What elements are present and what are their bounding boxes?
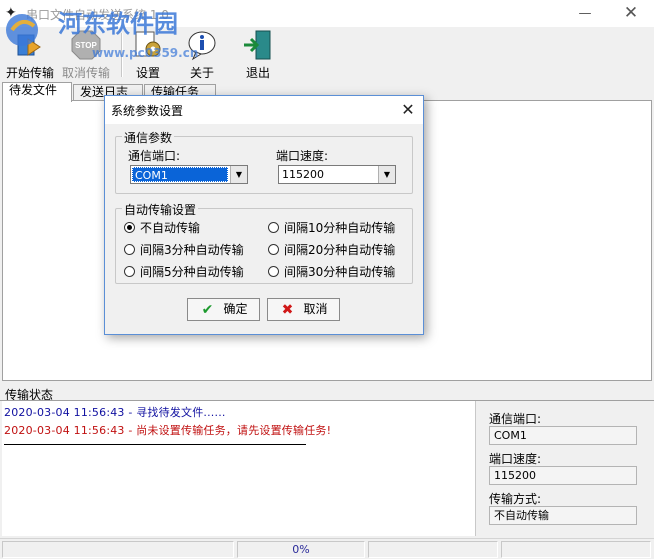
speed-select[interactable]: 115200 ▼ (278, 165, 396, 184)
port-status-value: COM1 (489, 426, 637, 445)
radio-unchecked-icon (268, 266, 279, 277)
comm-params-title: 通信参数 (122, 129, 175, 146)
radio-label: 间隔30分种自动传输 (284, 265, 396, 279)
log-message: 寻找待发文件...... (136, 406, 226, 419)
port-select-value: COM1 (132, 167, 228, 182)
radio-30min[interactable]: 间隔30分种自动传输 (268, 263, 395, 280)
radio-label: 间隔10分种自动传输 (284, 221, 396, 235)
statusbar-cell (501, 541, 651, 558)
radio-unchecked-icon (268, 222, 279, 233)
radio-5min[interactable]: 间隔5分种自动传输 (124, 263, 244, 280)
status-bar: 0% (0, 538, 654, 559)
radio-unchecked-icon (124, 266, 135, 277)
log-time: 2020-03-04 11:56:43 (4, 424, 125, 437)
port-select[interactable]: COM1 ▼ (130, 165, 248, 184)
comm-params-group: 通信参数 通信端口: COM1 ▼ 端口速度: 115200 ▼ (115, 129, 413, 194)
settings-dialog: 系统参数设置 ✕ 通信参数 通信端口: COM1 ▼ 端口速度: 115200 … (104, 95, 424, 335)
port-status-label: 通信端口: (489, 412, 542, 426)
radio-3min[interactable]: 间隔3分种自动传输 (124, 241, 244, 258)
radio-unchecked-icon (268, 244, 279, 255)
radio-label: 不自动传输 (140, 221, 201, 235)
progress-text: 0% (237, 541, 365, 558)
radio-checked-icon (124, 222, 135, 233)
status-log: 2020-03-04 11:56:43 - 寻找待发文件...... 2020-… (2, 401, 476, 536)
radio-10min[interactable]: 间隔10分种自动传输 (268, 219, 395, 236)
radio-no-auto[interactable]: 不自动传输 (124, 219, 200, 236)
dialog-title: 系统参数设置 (111, 104, 184, 118)
radio-label: 间隔20分种自动传输 (284, 243, 396, 257)
radio-label: 间隔3分种自动传输 (140, 243, 244, 257)
watermark-url: www.pc0359.cn (92, 46, 198, 60)
watermark-logo: 河东软件园 www.pc0359.cn (6, 10, 198, 60)
auto-transfer-group: 自动传输设置 不自动传输 间隔10分种自动传输 间隔3分种自动传输 间隔20分种… (115, 201, 413, 284)
statusbar-cell (368, 541, 498, 558)
log-rule (4, 444, 306, 445)
watermark-name: 河东软件园 (58, 10, 178, 38)
ok-label: 确定 (223, 302, 248, 316)
speed-label: 端口速度: (276, 149, 329, 163)
close-button[interactable]: ✕ (608, 0, 654, 27)
speed-select-value: 115200 (282, 168, 324, 181)
radio-20min[interactable]: 间隔20分种自动传输 (268, 241, 395, 258)
port-label: 通信端口: (128, 149, 181, 163)
exit-label: 退出 (245, 66, 270, 80)
ok-button[interactable]: ✔ 确定 (187, 298, 260, 321)
log-line: 2020-03-04 11:56:43 - 尚未设置传输任务，请先设置传输任务! (4, 424, 332, 437)
cancel-label: 取消 (303, 302, 328, 316)
mode-status-value: 不自动传输 (489, 506, 637, 525)
cross-icon: ✖ (281, 302, 294, 318)
speed-status-label: 端口速度: (489, 452, 542, 466)
radio-unchecked-icon (124, 244, 135, 255)
mode-status-label: 传输方式: (489, 492, 542, 506)
exit-button[interactable]: 退出 (238, 29, 278, 81)
tab-pending-files[interactable]: 待发文件 (2, 82, 72, 102)
radio-label: 间隔5分种自动传输 (140, 265, 244, 279)
chevron-down-icon[interactable]: ▼ (230, 166, 247, 183)
log-message: 尚未设置传输任务，请先设置传输任务! (136, 424, 332, 437)
statusbar-cell (2, 541, 234, 558)
log-line: 2020-03-04 11:56:43 - 寻找待发文件...... (4, 406, 226, 419)
dialog-title-bar: 系统参数设置 ✕ (105, 96, 423, 124)
chevron-down-icon[interactable]: ▼ (378, 166, 395, 183)
auto-transfer-title: 自动传输设置 (122, 201, 199, 218)
exit-door-icon (244, 30, 271, 60)
speed-status-value: 115200 (489, 466, 637, 485)
check-icon: ✔ (201, 302, 214, 318)
minimize-button[interactable]: — (562, 0, 608, 27)
cancel-button[interactable]: ✖ 取消 (267, 298, 340, 321)
log-time: 2020-03-04 11:56:43 (4, 406, 125, 419)
dialog-close-button[interactable]: ✕ (397, 99, 419, 121)
